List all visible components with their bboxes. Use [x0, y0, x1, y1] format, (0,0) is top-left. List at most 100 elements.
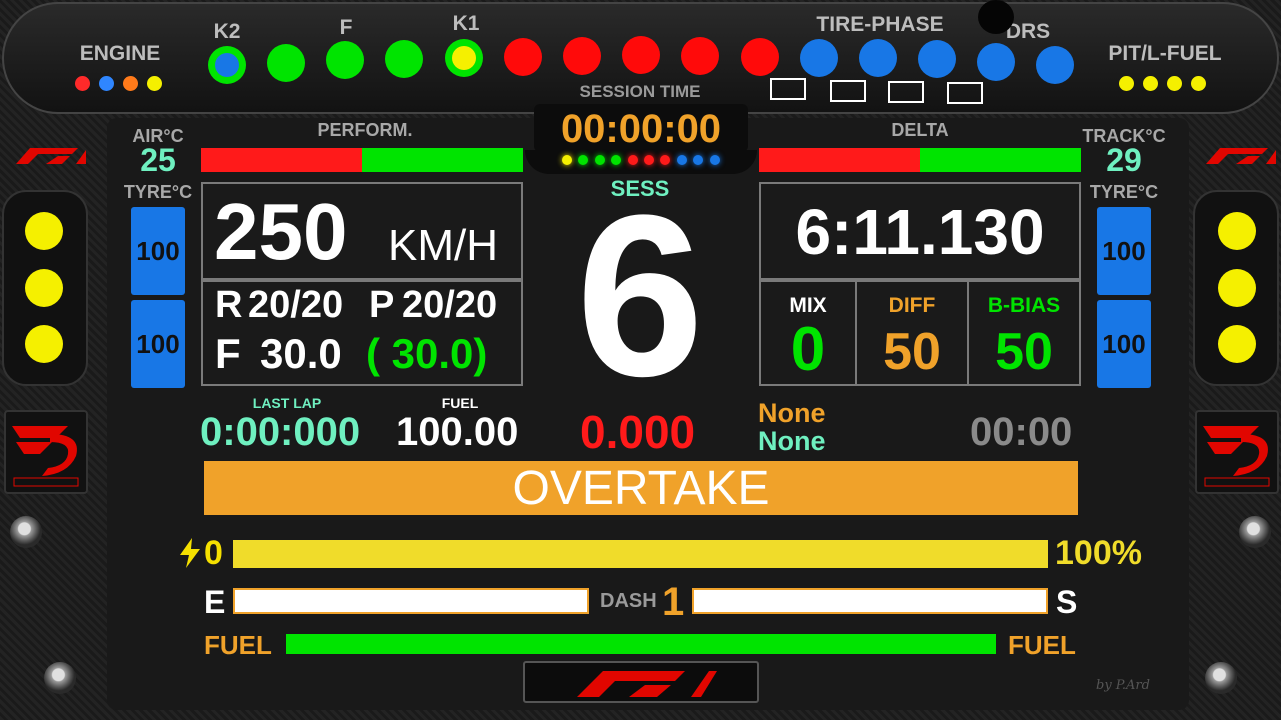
gear-indicator: 6 [576, 167, 704, 424]
diff-value: 50 [883, 323, 941, 381]
rev-led [977, 43, 1015, 81]
pit-fuel-dot [1143, 76, 1158, 91]
screw-icon [44, 662, 76, 694]
fuel-label: FUEL [441, 395, 479, 411]
right-pod-light [1218, 269, 1256, 307]
track-temp-value: 29 [1106, 142, 1142, 178]
perform-label: PERFORM. [317, 120, 413, 140]
left-pod-light [25, 325, 63, 363]
mini-led [644, 155, 654, 165]
mix-value: 0 [790, 315, 826, 384]
status-none-1: None [758, 398, 826, 428]
rev-led [800, 39, 838, 77]
air-temp-value: 25 [140, 142, 176, 178]
engine-dot [99, 76, 114, 91]
k1-label: K1 [452, 12, 480, 35]
session-time-label: SESSION TIME [579, 82, 701, 101]
bbias-label: B-BIAS [987, 294, 1061, 317]
rev-led [385, 40, 423, 78]
p-label: P [369, 284, 395, 326]
dash-right-bar [692, 588, 1048, 614]
engine-dot [75, 76, 90, 91]
rev-led [267, 44, 305, 82]
tire-phase-box [888, 81, 924, 103]
screw-icon [10, 516, 42, 548]
k2-label: K2 [213, 20, 241, 43]
overtake-label: OVERTAKE [512, 462, 770, 515]
f-label: F [339, 16, 353, 39]
drs-indicator [978, 0, 1014, 34]
tire-phase-box [830, 80, 866, 102]
timer: 00:00 [970, 410, 1073, 454]
screw-icon [1205, 662, 1237, 694]
engine-label: ENGINE [79, 42, 161, 65]
session-time: 00:00:00 [560, 107, 722, 151]
f1-logo-icon [6, 144, 86, 166]
right-pod-light [1218, 212, 1256, 250]
screw-icon [1239, 516, 1271, 548]
lap-time: 6:11.130 [795, 196, 1045, 268]
delta-bar [759, 148, 1081, 172]
tyre-rear-left: 100 [131, 300, 185, 388]
left-pod-light [25, 269, 63, 307]
energy-min-label: 0 [204, 534, 223, 572]
tyre-temp-label-right: TYRE°C [1089, 182, 1159, 202]
f1-logo-icon [1196, 144, 1276, 166]
f1-75-badge-icon [1195, 410, 1279, 494]
p-value: 20/20 [402, 284, 498, 326]
pit-fuel-label: PIT/L-FUEL [1108, 42, 1222, 65]
tire-phase-box [770, 78, 806, 100]
rev-led [918, 40, 956, 78]
lightning-icon [178, 538, 202, 573]
f1-logo-icon [577, 671, 717, 697]
energy-max-label: 100% [1055, 534, 1142, 572]
mini-led [676, 155, 687, 165]
pit-fuel-dot [1119, 76, 1134, 91]
rev-led-inner [452, 46, 476, 70]
rev-led [681, 37, 719, 75]
fuel-right-label: FUEL [1008, 630, 1076, 660]
bbias-value: 50 [995, 323, 1053, 381]
mini-led [594, 155, 605, 165]
diff-label: DIFF [888, 294, 936, 317]
tyre-temp-label-left: TYRE°C [123, 182, 193, 202]
bottom-logo-panel [523, 661, 759, 703]
delta-value: 0.000 [580, 406, 696, 458]
f1-75-badge-icon [4, 410, 88, 494]
dash-value: 1 [662, 580, 685, 624]
f-label-rp: F [215, 330, 241, 377]
mini-led [709, 155, 720, 165]
r-value: 20/20 [248, 284, 344, 326]
rev-led [859, 39, 897, 77]
energy-bar-fill [233, 540, 1048, 568]
left-pod-light [25, 212, 63, 250]
f-value: 30.0 [260, 330, 342, 377]
e-label: E [204, 584, 226, 620]
pit-fuel-dot [1167, 76, 1182, 91]
rev-led [622, 36, 660, 74]
r-label: R [215, 284, 243, 326]
right-pod-light [1218, 325, 1256, 363]
rev-led [504, 38, 542, 76]
fuel-bar-fill [286, 634, 996, 654]
delta-bar-red [759, 148, 920, 172]
rev-led [563, 37, 601, 75]
status-none-2: None [758, 426, 826, 456]
dash-label: DASH [600, 590, 657, 612]
engine-dot [123, 76, 138, 91]
last-lap-value: 0:00:000 [200, 410, 361, 454]
rev-led [1036, 46, 1074, 84]
delta-label: DELTA [891, 120, 949, 140]
rev-led [741, 38, 779, 76]
rev-led [326, 41, 364, 79]
fuel-value: 100.00 [396, 410, 519, 454]
tyre-rear-right: 100 [1097, 300, 1151, 388]
tire-phase-label: TIRE-PHASE [816, 13, 944, 36]
last-lap-label: LAST LAP [252, 395, 322, 411]
speed-value: 250 [214, 187, 348, 276]
f-target: ( 30.0) [366, 330, 488, 377]
perform-bar [201, 148, 523, 172]
mini-led [627, 155, 638, 165]
perform-bar-red [201, 148, 362, 172]
rev-led-inner [215, 53, 239, 77]
